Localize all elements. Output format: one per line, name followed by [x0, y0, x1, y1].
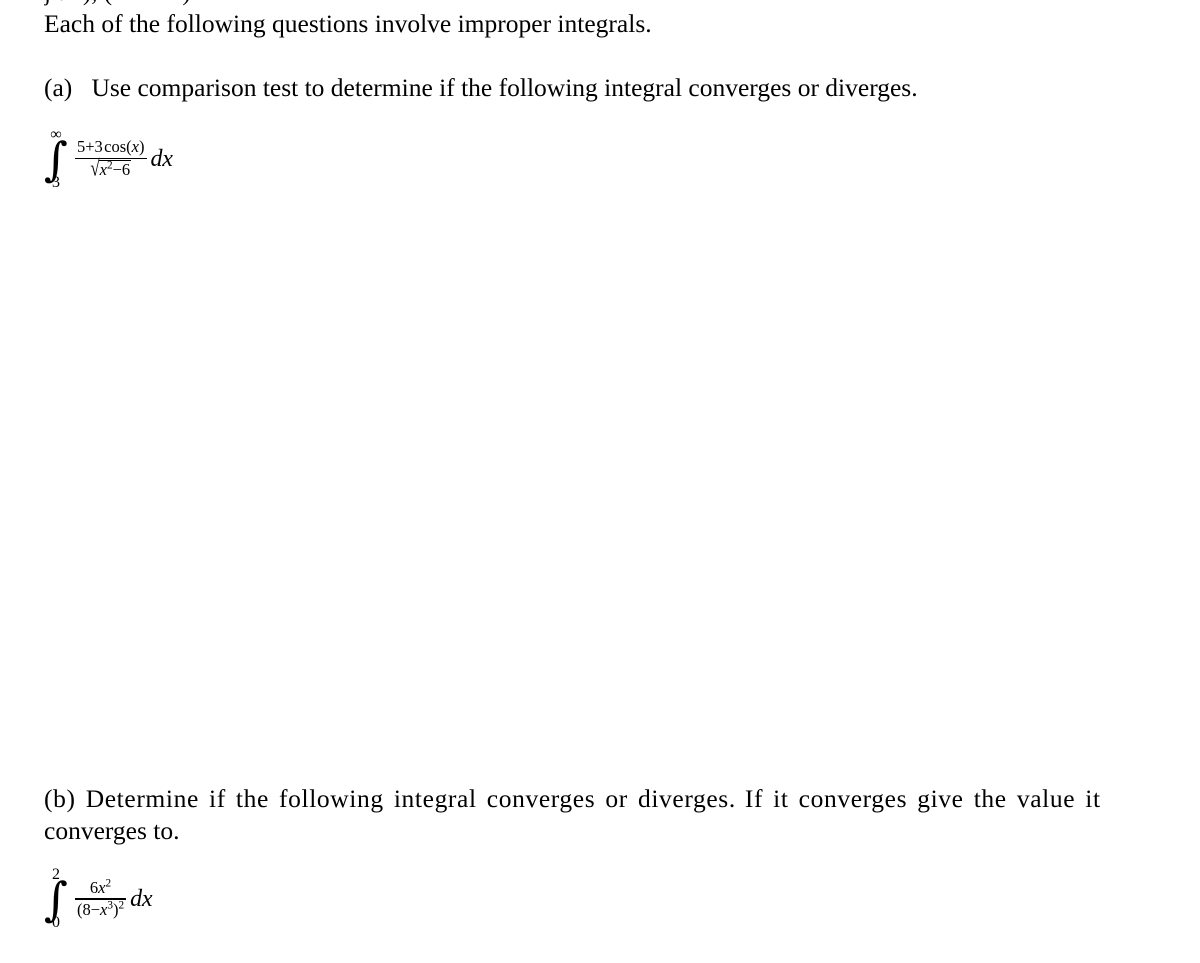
fraction-denominator-b: (8−x3)2	[76, 899, 125, 919]
integral-lower-limit-a: 3	[51, 174, 60, 191]
part-a-text: Use comparison test to determine if the …	[91, 73, 918, 102]
part-b-text-line1b: If it converges give the value it	[744, 784, 1101, 813]
integral-lower-limit-b: 0	[51, 914, 60, 931]
fraction-numerator-b: 6x2	[89, 877, 112, 897]
integral-expression-b: 2 ∫ 0 6x2 (8−x3)2 dx	[44, 867, 153, 931]
integral-glyph-icon: ∫	[44, 872, 68, 926]
clipped-previous-line: j t x), (x + 1 x)	[44, 0, 744, 8]
radical-icon: √	[90, 155, 100, 181]
part-b-equation: 2 ∫ 0 6x2 (8−x3)2 dx	[44, 866, 153, 931]
integral-glyph-icon: ∫	[44, 132, 68, 186]
part-b-text-line1: Determine if the following integral conv…	[85, 784, 736, 813]
integral-expression-a: ∞ ∫ 3 5+3 cos(x) √ x2−6 dx	[44, 127, 173, 191]
part-a-label: (a)	[44, 73, 73, 102]
part-b-text-line2: converges to.	[44, 816, 180, 845]
differential-b: dx	[130, 885, 153, 912]
document-page: j t x), (x + 1 x) Each of the following …	[0, 0, 1200, 963]
differential-a: dx	[150, 145, 173, 172]
integral-sign-a: ∞ ∫ 3	[44, 127, 68, 191]
fraction-a: 5+3 cos(x) √ x2−6	[74, 137, 147, 180]
part-a-prompt: (a) Use comparison test to determine if …	[44, 72, 1148, 104]
part-a-equation: ∞ ∫ 3 5+3 cos(x) √ x2−6 dx	[44, 126, 173, 191]
square-root-a: √ x2−6	[90, 157, 132, 180]
fraction-denominator-a: √ x2−6	[88, 157, 133, 180]
fraction-numerator-a: 5+3 cos(x)	[76, 137, 145, 157]
lead-paragraph: Each of the following questions involve …	[44, 9, 652, 38]
fraction-b: 6x2 (8−x3)2	[74, 877, 127, 919]
integral-sign-b: 2 ∫ 0	[44, 867, 68, 931]
radicand-a: x2−6	[98, 159, 132, 180]
part-b-label: (b)	[44, 784, 76, 813]
part-b-prompt: (b) Determine if the following integral …	[44, 783, 1148, 847]
